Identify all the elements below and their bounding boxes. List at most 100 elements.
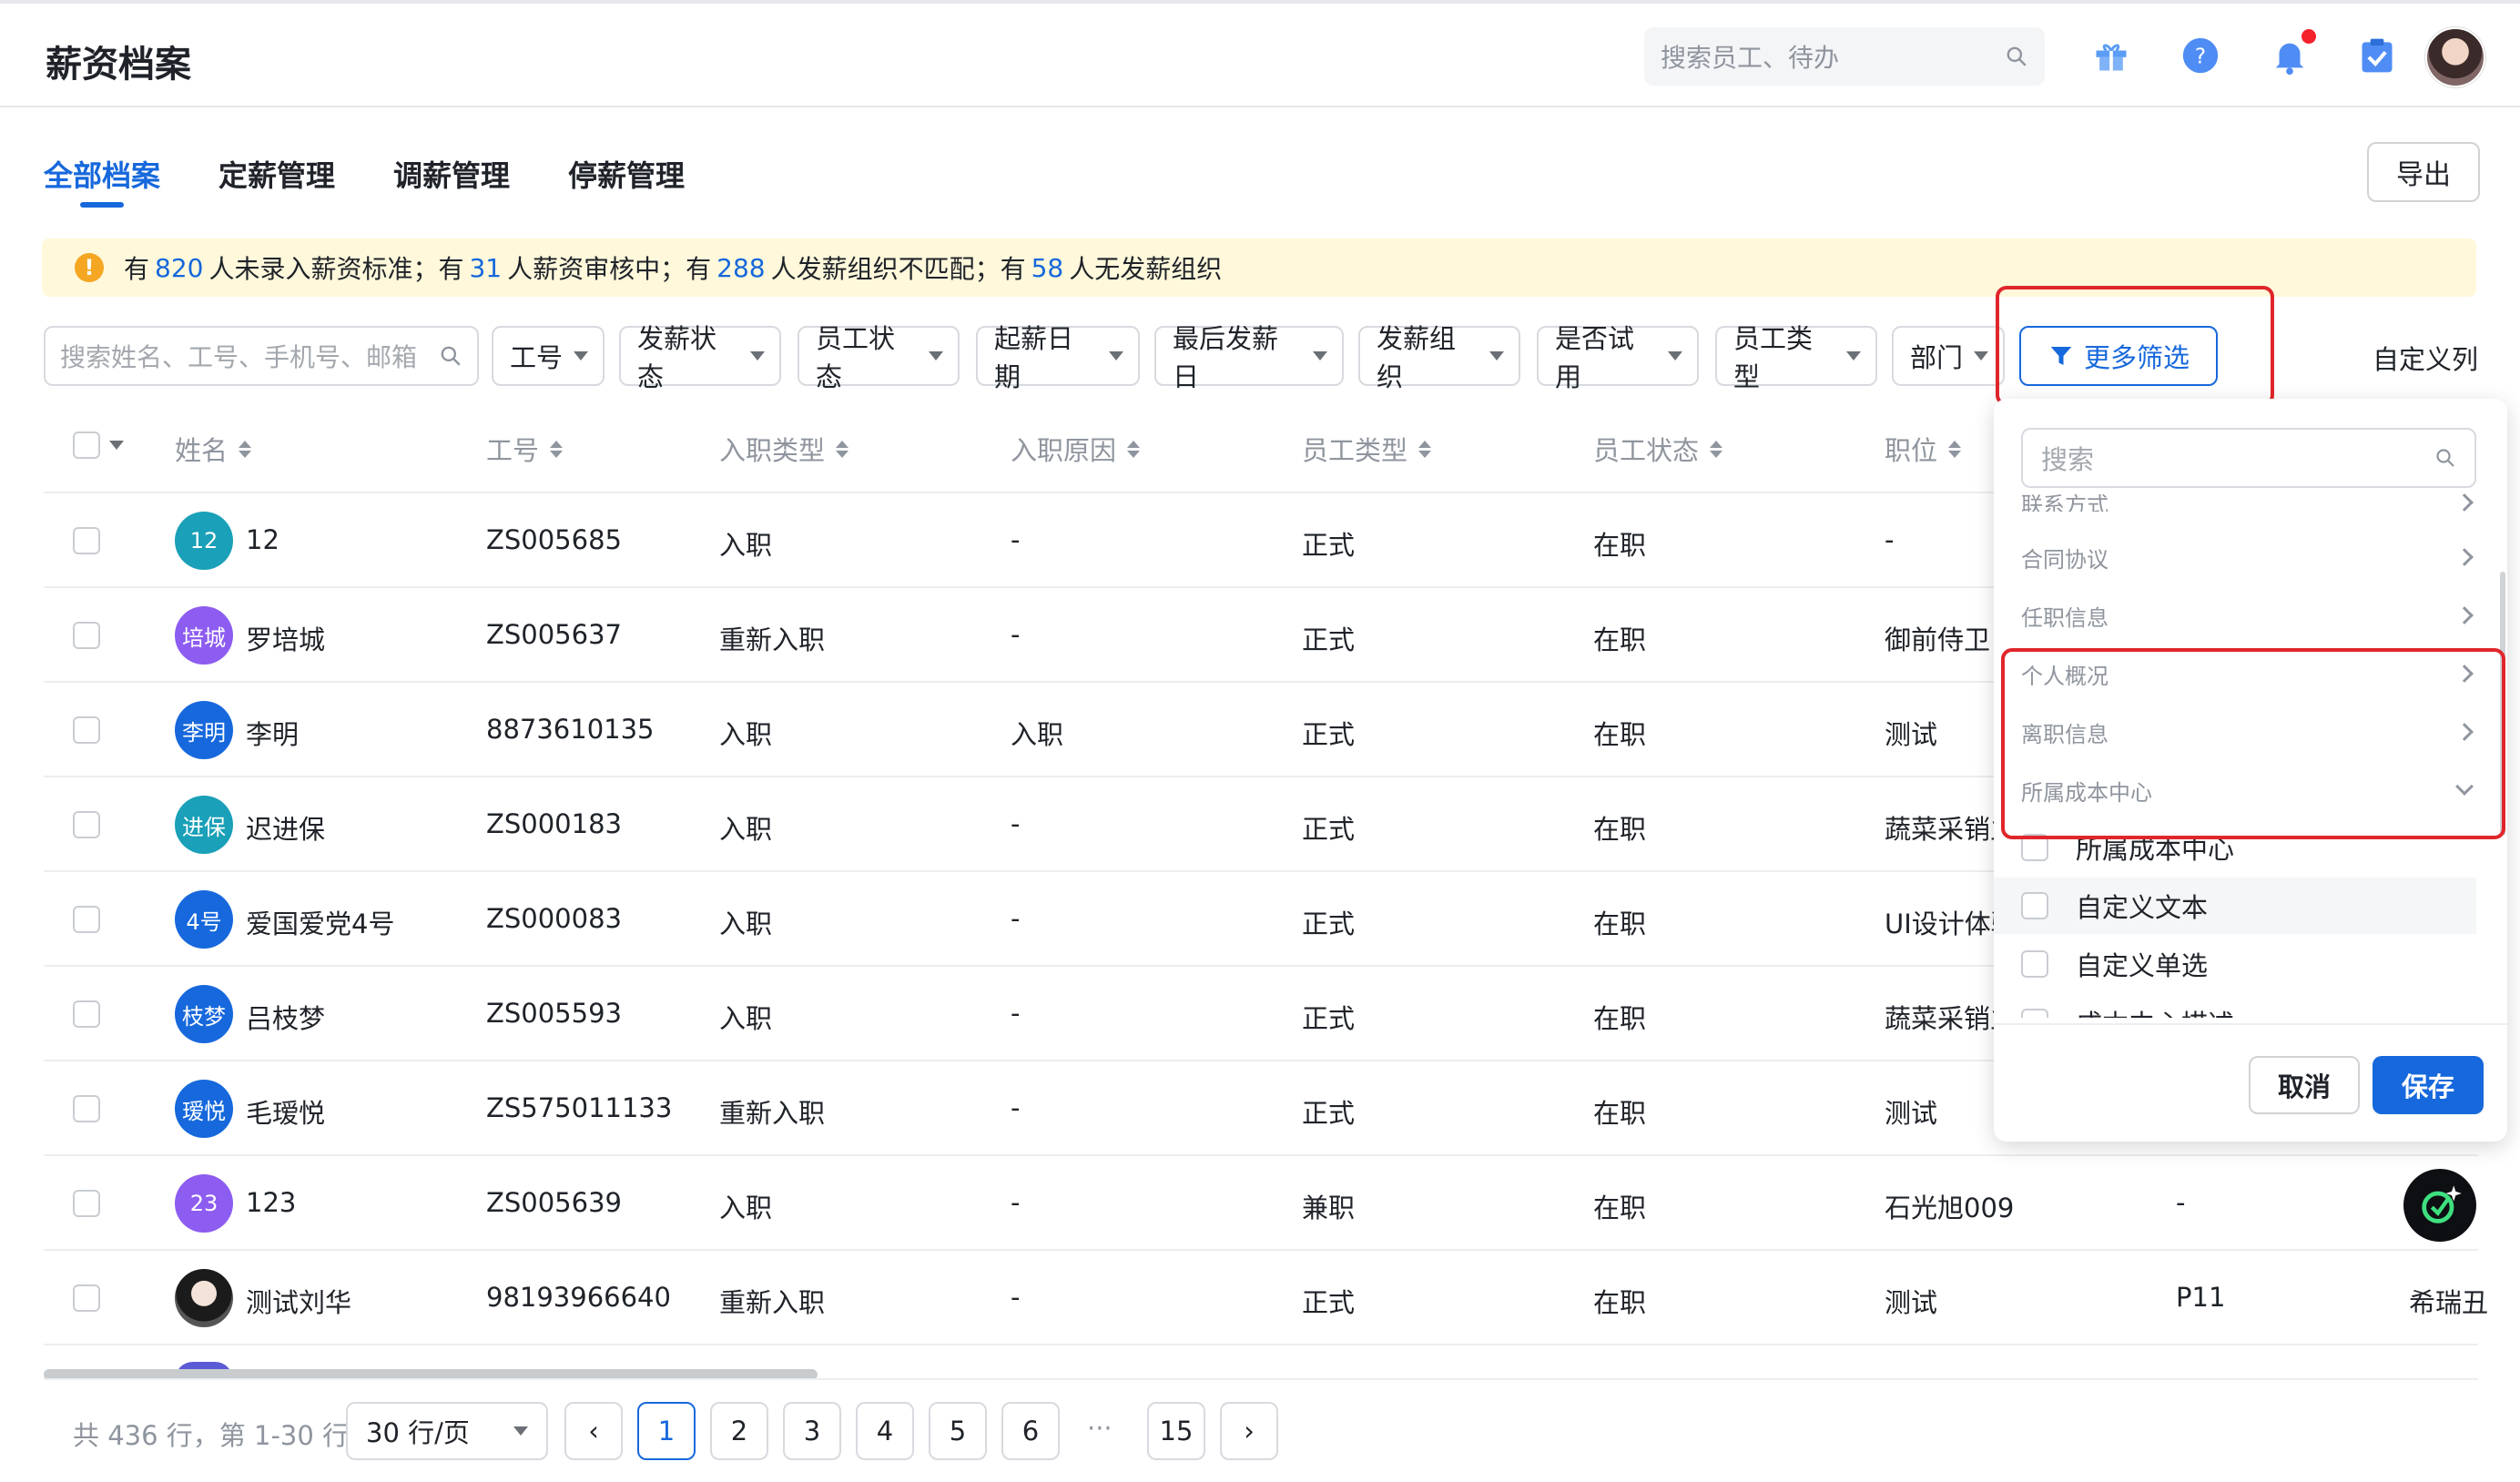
sort-icon[interactable]: [550, 440, 564, 458]
task-icon[interactable]: [2351, 29, 2403, 82]
cell-id: ZS000083: [486, 903, 622, 934]
select-all-checkbox[interactable]: [73, 431, 100, 459]
filter-employee-type[interactable]: 员工类型: [1715, 323, 1877, 392]
option-custom-text[interactable]: 自定义文本: [1994, 878, 2476, 934]
row-checkbox[interactable]: [73, 716, 100, 744]
save-button[interactable]: 保存: [2373, 1056, 2484, 1114]
option-cost-center-desc[interactable]: 成本中心描述: [1994, 994, 2476, 1018]
sort-icon[interactable]: [836, 440, 849, 458]
column-header-id[interactable]: 工号: [486, 430, 564, 468]
cell-id: 8873610135: [486, 714, 655, 745]
sort-icon[interactable]: [239, 440, 252, 458]
filter-label: 员工类型: [1733, 323, 1814, 392]
notice-count[interactable]: 820: [155, 253, 203, 283]
cell-name: 爱国爱党4号: [246, 908, 395, 939]
column-header-position[interactable]: 职位: [1885, 430, 1962, 468]
notice-count[interactable]: 31: [469, 253, 502, 283]
group-contact[interactable]: 联系方式: [2021, 493, 2476, 512]
chevron-down-icon[interactable]: [109, 441, 124, 450]
table-row[interactable]: [44, 1251, 2478, 1345]
cell-status: 在职: [1593, 530, 1647, 561]
page-button-last[interactable]: 15: [1147, 1402, 1205, 1460]
row-checkbox[interactable]: [73, 527, 100, 554]
option-checkbox[interactable]: [2021, 1009, 2048, 1018]
column-header-entry-type[interactable]: 入职类型: [719, 430, 849, 468]
row-checkbox[interactable]: [73, 622, 100, 649]
panel-search-input[interactable]: 搜索: [2021, 428, 2476, 488]
sort-icon[interactable]: [1418, 440, 1432, 458]
sort-icon[interactable]: [1710, 440, 1723, 458]
filter-last-pay-date[interactable]: 最后发薪日: [1154, 323, 1344, 392]
notice-text: 人无发薪组织: [1069, 254, 1223, 284]
global-search-input[interactable]: 搜索员工、待办: [1644, 27, 2045, 86]
page-button-2[interactable]: 2: [710, 1402, 768, 1460]
page-button-4[interactable]: 4: [856, 1402, 914, 1460]
filter-probation[interactable]: 是否试用: [1537, 323, 1699, 392]
highlight-box: [2001, 648, 2505, 839]
cell-id: ZS575011133: [486, 1092, 673, 1123]
export-button[interactable]: 导出: [2367, 142, 2480, 202]
ai-assistant-button[interactable]: [2403, 1169, 2476, 1242]
column-label: 职位: [1885, 435, 1938, 466]
tab-salary-setting[interactable]: 定薪管理: [218, 153, 335, 195]
pagination-ellipsis[interactable]: ···: [1087, 1413, 1113, 1444]
user-avatar[interactable]: [2425, 27, 2485, 87]
filter-pay-status[interactable]: 发薪状态: [619, 323, 781, 392]
cell-extra2: 希瑞丑: [2409, 1287, 2489, 1318]
row-checkbox[interactable]: [73, 1284, 100, 1312]
cell-type: 正式: [1302, 814, 1356, 845]
filter-start-date[interactable]: 起薪日期: [976, 323, 1140, 392]
cell-type: 兼职: [1302, 1193, 1356, 1223]
tab-salary-stop[interactable]: 停薪管理: [568, 153, 685, 195]
chevron-down-icon: [750, 351, 765, 360]
column-header-employee-type[interactable]: 员工类型: [1302, 430, 1432, 468]
option-label: 成本中心描述: [2076, 1003, 2234, 1018]
filter-employee-id[interactable]: 工号: [492, 326, 605, 386]
chevron-right-icon: [2455, 606, 2474, 624]
select-all[interactable]: [73, 431, 124, 459]
tab-all-files[interactable]: 全部档案: [44, 153, 160, 195]
filter-pay-org[interactable]: 发薪组织: [1358, 323, 1520, 392]
gift-icon[interactable]: [2085, 29, 2138, 82]
row-checkbox[interactable]: [73, 906, 100, 933]
page-button-6[interactable]: 6: [1001, 1402, 1060, 1460]
row-checkbox[interactable]: [73, 1095, 100, 1122]
custom-columns-link[interactable]: 自定义列: [2373, 339, 2478, 377]
sort-icon[interactable]: [1127, 440, 1141, 458]
row-checkbox[interactable]: [73, 1000, 100, 1028]
cell-reason: 入职: [1011, 719, 1064, 750]
page-size-select[interactable]: 30 行/页: [346, 1402, 548, 1460]
avatar: 23: [175, 1174, 233, 1233]
column-header-employee-status[interactable]: 员工状态: [1593, 430, 1723, 468]
filter-label: 工号: [510, 342, 564, 373]
table-bottom-border: [44, 1378, 2478, 1380]
sort-icon[interactable]: [1948, 440, 1962, 458]
page-button-3[interactable]: 3: [783, 1402, 841, 1460]
page-button-5[interactable]: 5: [929, 1402, 987, 1460]
next-page-button[interactable]: ›: [1220, 1402, 1278, 1460]
notice-count[interactable]: 58: [1031, 253, 1064, 283]
prev-page-button[interactable]: ‹: [564, 1402, 623, 1460]
column-header-name[interactable]: 姓名: [175, 430, 252, 468]
help-icon[interactable]: ?: [2174, 29, 2227, 82]
option-checkbox[interactable]: [2021, 950, 2048, 978]
cell-position: 御前侍卫: [1885, 624, 1991, 655]
option-checkbox[interactable]: [2021, 892, 2048, 919]
group-contract[interactable]: 合同协议: [2021, 539, 2476, 575]
table-row[interactable]: [44, 1156, 2478, 1251]
cancel-button[interactable]: 取消: [2249, 1056, 2360, 1114]
row-checkbox[interactable]: [73, 1190, 100, 1217]
group-employment[interactable]: 任职信息: [2021, 597, 2476, 634]
filter-department[interactable]: 部门: [1892, 326, 2005, 386]
filter-employee-status[interactable]: 员工状态: [798, 323, 960, 392]
notice-count[interactable]: 288: [716, 253, 765, 283]
employee-search-input[interactable]: 搜索姓名、工号、手机号、邮箱: [44, 326, 479, 386]
cell-id: ZS005685: [486, 524, 622, 555]
chevron-down-icon: [1846, 351, 1861, 360]
column-label: 姓名: [175, 435, 229, 466]
page-button-1[interactable]: 1: [637, 1402, 696, 1460]
tab-salary-adjust[interactable]: 调薪管理: [393, 153, 510, 195]
row-checkbox[interactable]: [73, 811, 100, 838]
column-header-entry-reason[interactable]: 入职原因: [1011, 430, 1141, 468]
option-custom-single[interactable]: 自定义单选: [1994, 936, 2476, 992]
